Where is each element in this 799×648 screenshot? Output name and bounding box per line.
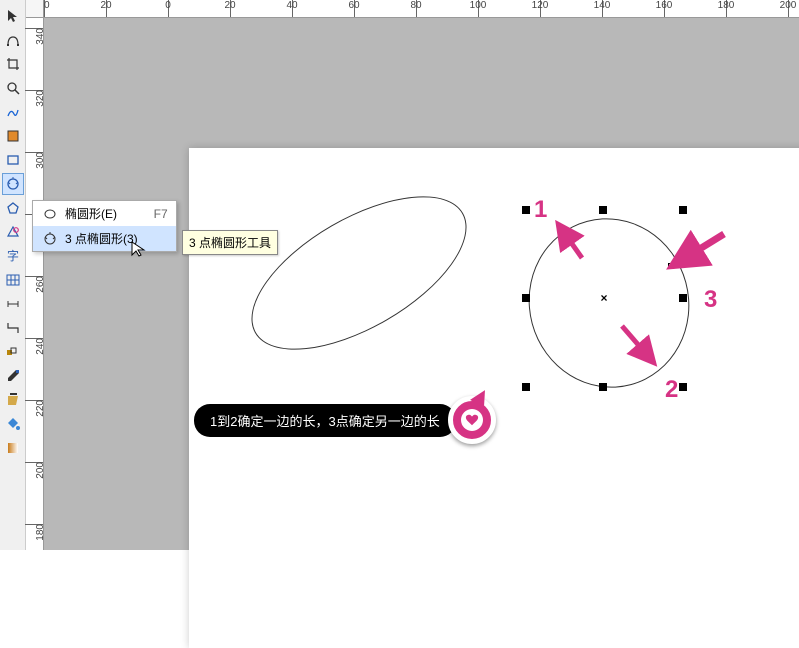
selection-handle-ne[interactable] (679, 206, 687, 214)
ruler-corner (26, 0, 44, 18)
selection-handle-sw[interactable] (522, 383, 530, 391)
annotation-1: 1 (534, 196, 547, 224)
text-tool[interactable]: 字 (2, 245, 24, 267)
annotation-3: 3 (704, 286, 717, 314)
cursor-icon (130, 240, 148, 258)
pick-tool[interactable] (2, 5, 24, 27)
eyedropper-tool[interactable] (2, 365, 24, 387)
outline-tool[interactable] (2, 389, 24, 411)
arrow-1 (550, 216, 590, 266)
interactive-fill-tool[interactable] (2, 437, 24, 459)
flyout-ellipse-label: 椭圆形(E) (65, 205, 124, 222)
app-root: 字 4020020406080100120140160180200 340320… (0, 0, 799, 550)
freehand-tool[interactable] (2, 101, 24, 123)
interactive-effects-tool[interactable] (2, 341, 24, 363)
selection-handle-e[interactable] (679, 294, 687, 302)
dimension-tool[interactable] (2, 293, 24, 315)
shape-tool[interactable] (2, 29, 24, 51)
flyout-3pt-ellipse-label: 3 点椭圆形(3) (65, 230, 138, 247)
callout: 1到2确定一边的长，3点确定另一边的长 (194, 396, 496, 444)
vertical-ruler[interactable]: 340320300280260240220200180 (26, 18, 44, 550)
horizontal-ruler[interactable]: 4020020406080100120140160180200 (26, 0, 799, 18)
polygon-tool[interactable] (2, 197, 24, 219)
center-mark: × (600, 291, 607, 305)
selection-handle-se[interactable] (679, 383, 687, 391)
callout-text: 1到2确定一边的长，3点确定另一边的长 (194, 404, 456, 437)
three-point-ellipse-icon (41, 232, 59, 246)
flyout-ellipse-shortcut: F7 (154, 207, 168, 221)
main-toolbar: 字 (0, 0, 26, 550)
rectangle-tool[interactable] (2, 149, 24, 171)
arrow-3 (662, 226, 732, 276)
flyout-ellipse[interactable]: 椭圆形(E) F7 (33, 201, 176, 226)
crop-tool[interactable] (2, 53, 24, 75)
table-tool[interactable] (2, 269, 24, 291)
ellipse-icon (41, 207, 59, 221)
zoom-tool[interactable] (2, 77, 24, 99)
ellipse-flyout-menu: 椭圆形(E) F7 3 点椭圆形(3) (32, 200, 177, 252)
arrow-2 (614, 318, 664, 373)
ellipse-tool[interactable] (2, 173, 24, 195)
tooltip: 3 点椭圆形工具 (182, 230, 278, 255)
selection-handle-nw[interactable] (522, 206, 530, 214)
annotation-2: 2 (665, 376, 678, 404)
selection-handle-n[interactable] (599, 206, 607, 214)
selection-handle-s[interactable] (599, 383, 607, 391)
heart-badge-icon (448, 396, 496, 444)
canvas-area[interactable]: × 1 2 3 1到2确定一边的长，3点确定另一边的长 (44, 18, 799, 550)
flyout-3pt-ellipse[interactable]: 3 点椭圆形(3) (33, 226, 176, 251)
fill-tool[interactable] (2, 413, 24, 435)
connector-tool[interactable] (2, 317, 24, 339)
svg-text:字: 字 (7, 248, 19, 263)
selection-handle-w[interactable] (522, 294, 530, 302)
smart-fill-tool[interactable] (2, 125, 24, 147)
basic-shapes-tool[interactable] (2, 221, 24, 243)
